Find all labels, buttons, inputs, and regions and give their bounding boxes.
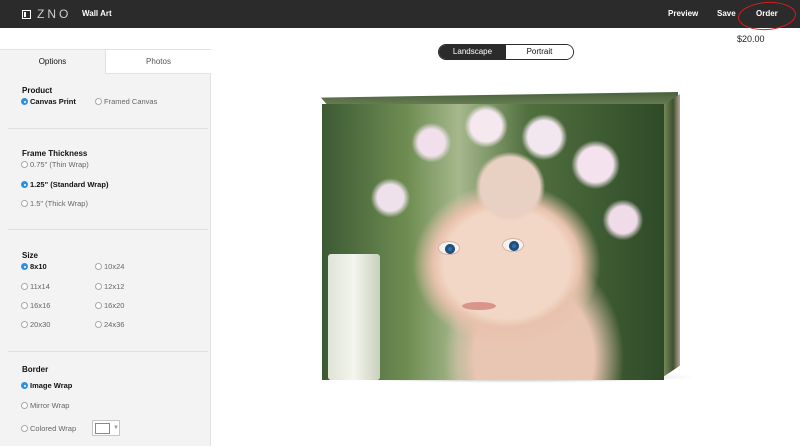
size-16x16[interactable]: 16x16 [21,301,50,310]
size-title: Size [22,251,39,260]
thickness-standard[interactable]: 1.25" (Standard Wrap) [21,180,108,189]
radio-icon [21,321,28,328]
chevron-down-icon: ▼ [113,425,119,431]
product-canvas-print[interactable]: Canvas Print [21,97,76,106]
radio-icon [21,302,28,309]
landscape-button[interactable]: Landscape [439,45,506,59]
canvas-photo [322,104,664,380]
border-colored-wrap[interactable]: Colored Wrap [21,424,76,433]
radio-icon [95,263,102,270]
option-label: 16x16 [30,301,51,310]
size-12x12[interactable]: 12x12 [95,282,124,291]
section-divider [8,128,208,129]
size-16x20[interactable]: 16x20 [95,301,124,310]
size-10x24[interactable]: 10x24 [95,262,124,271]
photo-mouth [462,302,496,310]
option-label: 11x14 [30,282,50,291]
border-title: Border [22,365,49,374]
zno-logo[interactable]: ZNO [22,7,72,21]
save-button[interactable]: Save [717,9,736,18]
tab-photos[interactable]: Photos [105,50,211,74]
tab-options[interactable]: Options [0,50,105,74]
radio-icon [21,402,28,409]
logo-text: ZNO [37,7,72,21]
thickness-thick[interactable]: 1.5" (Thick Wrap) [21,199,88,208]
order-button[interactable]: Order [756,9,778,18]
size-24x36[interactable]: 24x36 [95,320,124,329]
sidebar-tabs: Options Photos [0,49,211,74]
radio-icon [21,425,28,432]
radio-icon [95,283,102,290]
option-label: Framed Canvas [104,97,158,106]
border-mirror-wrap[interactable]: Mirror Wrap [21,401,69,410]
option-label: Canvas Print [30,97,76,106]
radio-icon [95,302,102,309]
radio-icon [21,283,28,290]
radio-icon [21,98,28,105]
radio-icon [95,321,102,328]
option-label: Image Wrap [30,381,73,390]
radio-icon [21,263,28,270]
section-divider [8,351,208,352]
frame-thickness-title: Frame Thickness [22,149,88,158]
option-label: 10x24 [104,262,125,271]
canvas-side-edge [663,94,680,377]
photo-eye-left [438,241,460,255]
radio-icon [21,382,28,389]
radio-icon [21,181,28,188]
price-label: $20.00 [737,34,765,44]
option-label: 20x30 [30,320,51,329]
product-title: Product [22,86,53,95]
radio-icon [21,200,28,207]
orientation-toggle: Landscape Portrait [438,44,574,60]
top-bar: ZNO Wall Art Preview Save Order [0,0,800,28]
option-label: 0.75" (Thin Wrap) [30,160,89,169]
size-8x10[interactable]: 8x10 [21,262,47,271]
photo-background-post [328,254,380,380]
option-label: 1.5" (Thick Wrap) [30,199,88,208]
radio-icon [21,161,28,168]
size-20x30[interactable]: 20x30 [21,320,50,329]
wrap-color-picker[interactable]: ▼ [92,420,120,436]
option-label: 12x12 [104,282,125,291]
color-swatch [95,422,110,434]
radio-icon [95,98,102,105]
canvas-preview[interactable] [321,92,697,387]
option-label: Colored Wrap [30,424,77,433]
section-divider [8,229,208,230]
app-title: Wall Art [82,9,112,18]
option-label: 16x20 [104,301,125,310]
option-label: 8x10 [30,262,47,271]
size-11x14[interactable]: 11x14 [21,282,50,291]
product-framed-canvas[interactable]: Framed Canvas [95,97,157,106]
thickness-thin[interactable]: 0.75" (Thin Wrap) [21,160,89,169]
preview-button[interactable]: Preview [668,9,698,18]
photo-eye-right [502,238,524,252]
option-label: 24x36 [104,320,125,329]
border-image-wrap[interactable]: Image Wrap [21,381,72,390]
portrait-button[interactable]: Portrait [506,45,573,59]
option-label: 1.25" (Standard Wrap) [30,180,109,189]
zno-logo-icon [22,9,31,19]
option-label: Mirror Wrap [30,401,70,410]
